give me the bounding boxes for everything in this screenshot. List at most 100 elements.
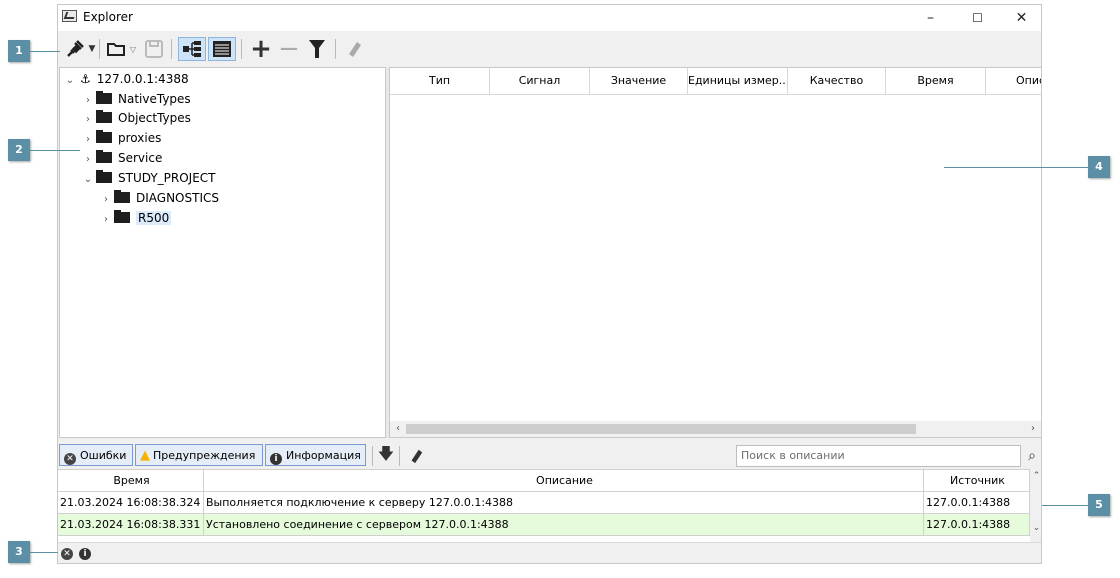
- callout-line: [944, 167, 1088, 168]
- log-row[interactable]: 21.03.2024 16:08:38.331 Установлено соед…: [58, 514, 1030, 536]
- clear-log-eraser-icon[interactable]: [406, 444, 426, 468]
- callout-line: [30, 51, 60, 52]
- log-header-time[interactable]: Время: [58, 470, 204, 492]
- save-icon[interactable]: [142, 37, 166, 61]
- tree-item-label: R500: [136, 211, 172, 225]
- tree-item-objecttypes[interactable]: › ObjectTypes: [80, 109, 191, 128]
- folder-icon: [96, 150, 112, 163]
- status-info-icon[interactable]: i: [79, 548, 91, 560]
- log-source: 127.0.0.1:4388: [924, 514, 1030, 536]
- tree-root-label: 127.0.0.1:4388: [96, 72, 189, 86]
- tree-item-proxies[interactable]: › proxies: [80, 129, 161, 148]
- tree-item-nativetypes[interactable]: › NativeTypes: [80, 90, 191, 109]
- folder-icon: [96, 91, 112, 104]
- scroll-down-icon[interactable]: ⌄: [1030, 523, 1041, 533]
- horizontal-scrollbar[interactable]: ‹ ›: [390, 421, 1041, 437]
- connect-dropdown-arrow-icon[interactable]: ▼: [87, 37, 97, 61]
- tree-item-label: NativeTypes: [118, 92, 191, 106]
- close-button[interactable]: ✕: [999, 5, 1041, 31]
- scroll-down-arrow-icon[interactable]: 🡇: [376, 444, 396, 468]
- chevron-right-icon[interactable]: ›: [80, 91, 96, 110]
- chevron-right-icon[interactable]: ›: [98, 190, 114, 209]
- error-icon: ✕: [64, 453, 76, 465]
- signals-table: Тип Сигнал Значение Единицы измер... Кач…: [389, 67, 1041, 438]
- scroll-up-icon[interactable]: ⌃: [1030, 471, 1041, 481]
- tree-item-service[interactable]: › Service: [80, 149, 162, 168]
- chevron-right-icon[interactable]: ›: [80, 150, 96, 169]
- open-folder-icon[interactable]: [104, 37, 130, 61]
- tree-item-label: ObjectTypes: [118, 111, 191, 125]
- explorer-window: Explorer – ☐ ✕ ▼ ▽ + − ⌄ ⚓ 127.0.0.1:438…: [57, 4, 1042, 564]
- errors-tab-label: Ошибки: [80, 449, 127, 462]
- scrollbar-thumb[interactable]: [406, 424, 916, 434]
- warnings-tab[interactable]: ▲ Предупреждения: [135, 444, 263, 466]
- info-icon: i: [270, 453, 282, 465]
- folder-icon: [96, 110, 112, 123]
- connect-plug-icon[interactable]: [62, 37, 88, 61]
- column-header[interactable]: Значение: [590, 68, 688, 94]
- column-header[interactable]: Время: [886, 68, 986, 94]
- status-error-icon[interactable]: ✕: [61, 548, 73, 560]
- log-row[interactable]: 21.03.2024 16:08:38.324 Выполняется подк…: [58, 492, 1030, 514]
- tree-item-label: Service: [118, 151, 163, 165]
- toolbar-separator: [171, 39, 172, 59]
- log-vertical-scrollbar[interactable]: ⌃ ⌄: [1030, 469, 1041, 541]
- tree-root[interactable]: ⌄ ⚓ 127.0.0.1:4388: [62, 70, 189, 89]
- tree-item-study-project[interactable]: ⌄ STUDY_PROJECT: [80, 169, 216, 188]
- callout-line: [1042, 505, 1088, 506]
- maximize-button[interactable]: ☐: [955, 5, 1000, 31]
- callout-badge: 4: [1088, 156, 1110, 178]
- folder-icon: [114, 210, 130, 223]
- scroll-left-icon[interactable]: ‹: [390, 421, 406, 437]
- remove-icon[interactable]: −: [277, 34, 301, 64]
- chevron-right-icon[interactable]: ›: [98, 210, 114, 229]
- open-dropdown-arrow-icon[interactable]: ▽: [128, 37, 138, 61]
- log-description: Установлено соединение с сервером 127.0.…: [204, 514, 924, 536]
- app-icon: [62, 10, 77, 22]
- status-bar: ✕ i: [58, 542, 1041, 563]
- tree-view-icon[interactable]: [178, 37, 206, 61]
- minimize-button[interactable]: –: [908, 5, 953, 31]
- toolbar-separator: [99, 39, 100, 59]
- column-header[interactable]: Сигнал: [490, 68, 590, 94]
- folder-icon: [96, 130, 112, 143]
- column-header[interactable]: Описа: [986, 68, 1041, 94]
- warnings-tab-label: Предупреждения: [153, 449, 256, 462]
- callout-badge: 5: [1088, 494, 1110, 516]
- log-search-input[interactable]: Поиск в описании: [736, 445, 1021, 467]
- chevron-down-icon[interactable]: ⌄: [80, 170, 96, 189]
- column-header[interactable]: Качество: [788, 68, 886, 94]
- info-tab[interactable]: i Информация: [265, 444, 366, 466]
- toolbar: ▼ ▽ + −: [58, 31, 1041, 67]
- eraser-icon[interactable]: [342, 37, 366, 61]
- tree-item-r500[interactable]: › R500: [98, 209, 172, 229]
- log-header-source[interactable]: Источник: [924, 470, 1030, 492]
- column-header[interactable]: Единицы измер...: [688, 68, 788, 94]
- server-icon: ⚓: [80, 72, 91, 86]
- tree-item-diagnostics[interactable]: › DIAGNOSTICS: [98, 189, 219, 208]
- add-icon[interactable]: +: [249, 34, 273, 64]
- tree-item-label: DIAGNOSTICS: [136, 191, 219, 205]
- search-icon[interactable]: ⌕: [1021, 445, 1041, 467]
- log-header-description[interactable]: Описание: [204, 470, 924, 492]
- table-view-icon[interactable]: [208, 37, 236, 61]
- column-header[interactable]: Тип: [390, 68, 490, 94]
- log-table: Время Описание Источник 21.03.2024 16:08…: [58, 469, 1030, 542]
- filter-icon[interactable]: [305, 37, 329, 61]
- chevron-down-icon[interactable]: ⌄: [62, 71, 78, 90]
- callout-badge: 3: [8, 541, 30, 563]
- chevron-right-icon[interactable]: ›: [80, 110, 96, 129]
- errors-tab[interactable]: ✕ Ошибки: [59, 444, 133, 466]
- callout-badge: 2: [8, 139, 30, 161]
- folder-icon: [96, 170, 112, 183]
- tree-panel: ⌄ ⚓ 127.0.0.1:4388 › NativeTypes › ObjectTyp…: [59, 67, 386, 438]
- log-source: 127.0.0.1:4388: [924, 492, 1030, 514]
- log-time: 21.03.2024 16:08:38.331: [58, 514, 204, 536]
- scroll-right-icon[interactable]: ›: [1025, 421, 1041, 437]
- callout-line: [30, 552, 58, 553]
- warning-icon: ▲: [140, 448, 150, 463]
- chevron-right-icon[interactable]: ›: [80, 130, 96, 149]
- toolbar-separator: [372, 446, 373, 466]
- callout-line: [30, 150, 80, 151]
- toolbar-separator: [241, 39, 242, 59]
